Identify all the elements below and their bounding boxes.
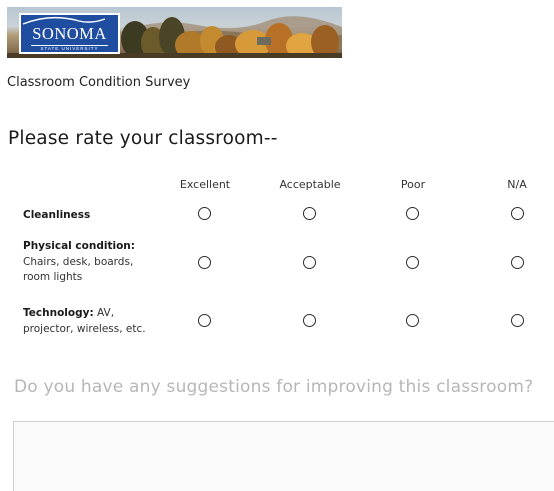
radio-physical-acceptable[interactable] (303, 256, 316, 269)
radio-physical-na[interactable] (511, 256, 524, 269)
column-header-na: N/A (507, 178, 527, 191)
radio-cleanliness-poor[interactable] (406, 207, 419, 220)
row-label-cleanliness: Cleanliness (23, 208, 153, 224)
logo-subtitle: STATE UNIVERSITY (31, 45, 108, 52)
radio-cleanliness-excellent[interactable] (198, 207, 211, 220)
row-label-bold: Technology: (23, 307, 94, 319)
logo-wordmark: SONOMA (32, 24, 107, 43)
radio-technology-poor[interactable] (406, 314, 419, 327)
radio-technology-acceptable[interactable] (303, 314, 316, 327)
radio-technology-excellent[interactable] (198, 314, 211, 327)
radio-physical-excellent[interactable] (198, 256, 211, 269)
column-header-poor: Poor (400, 178, 426, 191)
question-2-title: Do you have any suggestions for improvin… (14, 377, 534, 397)
radio-cleanliness-na[interactable] (511, 207, 524, 220)
column-header-acceptable: Acceptable (279, 178, 341, 191)
question-1-title: Please rate your classroom-- (8, 128, 278, 149)
row-label-technology: Technology: AV, projector, wireless, etc… (23, 306, 147, 337)
university-logo: SONOMA STATE UNIVERSITY (19, 13, 120, 54)
row-label-physical-condition: Physical condition: Chairs, desk, boards,… (23, 239, 141, 286)
radio-technology-na[interactable] (511, 314, 524, 327)
survey-title: Classroom Condition Survey (7, 75, 191, 90)
header-banner: SONOMA STATE UNIVERSITY (7, 7, 342, 58)
radio-physical-poor[interactable] (406, 256, 419, 269)
radio-cleanliness-acceptable[interactable] (303, 207, 316, 220)
column-header-excellent: Excellent (179, 178, 231, 191)
row-label-bold: Cleanliness (23, 209, 91, 221)
row-label-detail: Chairs, desk, boards, room lights (23, 255, 134, 284)
suggestions-textarea[interactable] (13, 421, 554, 491)
survey-page: SONOMA STATE UNIVERSITY Classroom Condit… (0, 0, 554, 491)
row-label-bold: Physical condition: (23, 240, 135, 252)
